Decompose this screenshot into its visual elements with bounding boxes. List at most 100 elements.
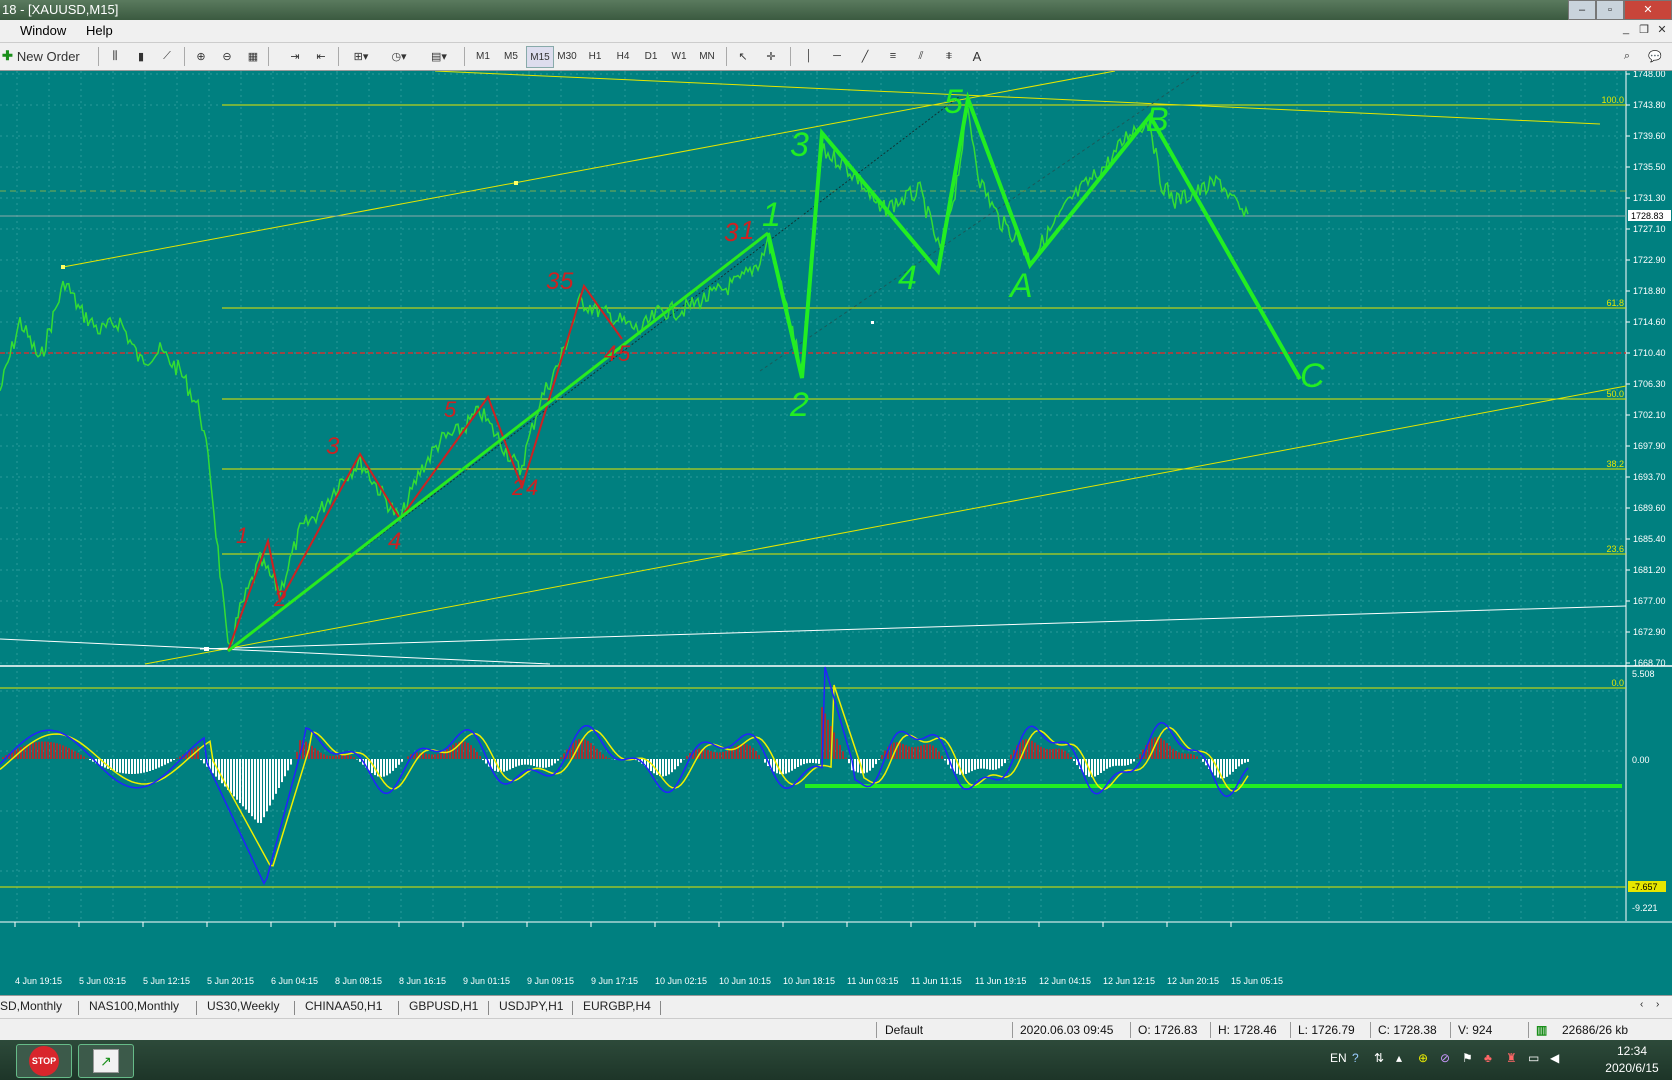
- price-axis-tick: 1727.10: [1633, 224, 1666, 234]
- cursor-icon[interactable]: ↖: [732, 46, 754, 66]
- periodicity-icon[interactable]: ◷▾: [384, 46, 414, 66]
- mdi-restore-icon[interactable]: ❐: [1636, 23, 1652, 37]
- tf-m1[interactable]: M1: [470, 46, 496, 66]
- help-icon[interactable]: ?: [1352, 1051, 1359, 1065]
- monitor-icon[interactable]: ▭: [1528, 1051, 1539, 1065]
- time-axis-tick: 8 Jun 08:15: [335, 976, 382, 986]
- minimize-button[interactable]: –: [1568, 0, 1596, 20]
- green-wave-label-b: B: [1146, 101, 1169, 139]
- volume-icon[interactable]: ◀: [1550, 1051, 1559, 1065]
- connection-icon: ▥: [1536, 1023, 1548, 1037]
- mdi-close-icon[interactable]: ✕: [1654, 23, 1670, 37]
- red-wave-label: 3: [724, 217, 739, 247]
- status-traffic: 22686/26 kb: [1562, 1023, 1629, 1037]
- candlestick-icon[interactable]: ▮: [130, 46, 152, 66]
- red-wave-label: 5: [444, 397, 457, 422]
- chart-shift-icon[interactable]: ⇤: [310, 46, 332, 66]
- mdi-minimize-icon[interactable]: _: [1618, 23, 1634, 37]
- new-order-label: New Order: [16, 48, 80, 64]
- horizontal-line-icon[interactable]: ─: [826, 46, 848, 66]
- close-button[interactable]: ✕: [1624, 0, 1672, 20]
- tf-h4[interactable]: H4: [610, 46, 636, 66]
- tab-sd-monthly[interactable]: SD,Monthly: [0, 999, 62, 1013]
- menu-help[interactable]: Help: [86, 23, 113, 38]
- bar-chart-icon[interactable]: ⫼: [104, 46, 126, 66]
- tf-d1[interactable]: D1: [638, 46, 664, 66]
- status-close: C: 1728.38: [1378, 1023, 1437, 1037]
- maximize-button[interactable]: ▫: [1596, 0, 1624, 20]
- time-axis-tick: 6 Jun 04:15: [271, 976, 318, 986]
- tf-w1[interactable]: W1: [666, 46, 692, 66]
- fibonacci-icon[interactable]: ⩨: [938, 46, 960, 66]
- templates-icon[interactable]: ▤▾: [424, 46, 454, 66]
- tabs-scroll-right-icon[interactable]: ›: [1656, 999, 1659, 1010]
- tab-usdjpy-h1[interactable]: USDJPY,H1: [499, 999, 563, 1013]
- time-axis-tick: 9 Jun 17:15: [591, 976, 638, 986]
- time-axis-tick: 4 Jun 19:15: [15, 976, 62, 986]
- time-axis-tick: 10 Jun 10:15: [719, 976, 771, 986]
- price-axis-tick: 1735.50: [1633, 162, 1666, 172]
- tray-red-icon[interactable]: ♣: [1484, 1051, 1492, 1065]
- tab-gbpusd-h1[interactable]: GBPUSD,H1: [409, 999, 478, 1013]
- taskbar-date[interactable]: 2020/6/15: [1604, 1061, 1660, 1075]
- tab-eurgbp-h4[interactable]: EURGBP,H4: [583, 999, 651, 1013]
- auto-scroll-icon[interactable]: ⇥: [284, 46, 306, 66]
- zoom-in-icon[interactable]: ⊕: [190, 46, 212, 66]
- price-axis-tick: 1710.40: [1633, 348, 1666, 358]
- menu-window[interactable]: Window: [20, 23, 66, 38]
- price-chart[interactable]: 100.0 61.8 50.0 38.2 23.6 0.0 1 2 3 4 5 A B C…: [0, 71, 1672, 994]
- time-axis-tick: 11 Jun 11:15: [911, 976, 962, 986]
- red-wave-label: 2: [511, 475, 524, 500]
- tf-m15[interactable]: M15: [526, 46, 554, 68]
- menu-bar: Window Help _ ❐ ✕: [0, 20, 1672, 43]
- taskbar-metatrader-app[interactable]: ↗: [78, 1044, 134, 1078]
- indicator-level-tag: -7.657: [1632, 882, 1658, 892]
- taskbar-stop-app[interactable]: STOP: [16, 1044, 72, 1078]
- time-axis-tick: 10 Jun 02:15: [655, 976, 707, 986]
- tabs-scroll-left-icon[interactable]: ‹: [1640, 999, 1643, 1010]
- tile-windows-icon[interactable]: ▦: [242, 46, 264, 66]
- language-indicator[interactable]: EN: [1330, 1051, 1347, 1065]
- time-axis-tick: 5 Jun 03:15: [79, 976, 126, 986]
- red-wave-label: 4: [604, 341, 616, 366]
- tray-app-icon[interactable]: ⊕: [1418, 1051, 1428, 1065]
- status-datetime: 2020.06.03 09:45: [1020, 1023, 1114, 1037]
- price-axis-tick: 1743.80: [1633, 100, 1666, 110]
- price-axis-tick: 1689.60: [1633, 503, 1666, 513]
- tf-m30[interactable]: M30: [554, 46, 580, 66]
- price-axis-tick: 1748.00: [1633, 71, 1666, 79]
- line-chart-icon[interactable]: ⟋: [156, 46, 178, 66]
- gann-icon[interactable]: ⫽: [910, 46, 932, 66]
- tray-expand-icon[interactable]: ▴: [1396, 1051, 1402, 1065]
- fib-level-label: 38.2: [1606, 459, 1624, 469]
- vertical-line-icon[interactable]: │: [798, 46, 820, 66]
- new-order-button[interactable]: ✚ New Order: [2, 46, 88, 66]
- price-axis-tick: 1672.90: [1633, 627, 1666, 637]
- tf-h1[interactable]: H1: [582, 46, 608, 66]
- price-axis-tick: 1739.60: [1633, 131, 1666, 141]
- chat-icon[interactable]: 💬: [1644, 46, 1666, 66]
- security-icon[interactable]: ⊘: [1440, 1051, 1450, 1065]
- green-wave-label-5: 5: [944, 83, 963, 121]
- crosshair-icon[interactable]: ✛: [760, 46, 782, 66]
- tf-mn[interactable]: MN: [694, 46, 720, 66]
- tab-nas100-monthly[interactable]: NAS100,Monthly: [89, 999, 179, 1013]
- tray-shield-icon[interactable]: ♜: [1506, 1051, 1517, 1065]
- time-axis-tick: 11 Jun 19:15: [975, 976, 1026, 986]
- indicators-icon[interactable]: ⊞▾: [346, 46, 376, 66]
- fib-level-label: 0.0: [1611, 678, 1624, 688]
- taskbar-time[interactable]: 12:34: [1604, 1044, 1660, 1058]
- text-tool-icon[interactable]: A: [966, 46, 988, 66]
- tf-m5[interactable]: M5: [498, 46, 524, 66]
- network-icon[interactable]: ⇅: [1374, 1051, 1384, 1065]
- search-icon[interactable]: ⌕: [1616, 46, 1638, 66]
- price-axis-tick: 1668.70: [1633, 658, 1666, 668]
- flag-icon[interactable]: ⚑: [1462, 1051, 1473, 1065]
- tab-us30-weekly[interactable]: US30,Weekly: [207, 999, 279, 1013]
- tab-chinaa50-h1[interactable]: CHINAA50,H1: [305, 999, 382, 1013]
- trendline-icon[interactable]: ╱: [854, 46, 876, 66]
- channel-icon[interactable]: ≡: [882, 46, 904, 66]
- time-axis-tick: 10 Jun 18:15: [783, 976, 835, 986]
- zoom-out-icon[interactable]: ⊖: [216, 46, 238, 66]
- time-axis-tick: 8 Jun 16:15: [399, 976, 446, 986]
